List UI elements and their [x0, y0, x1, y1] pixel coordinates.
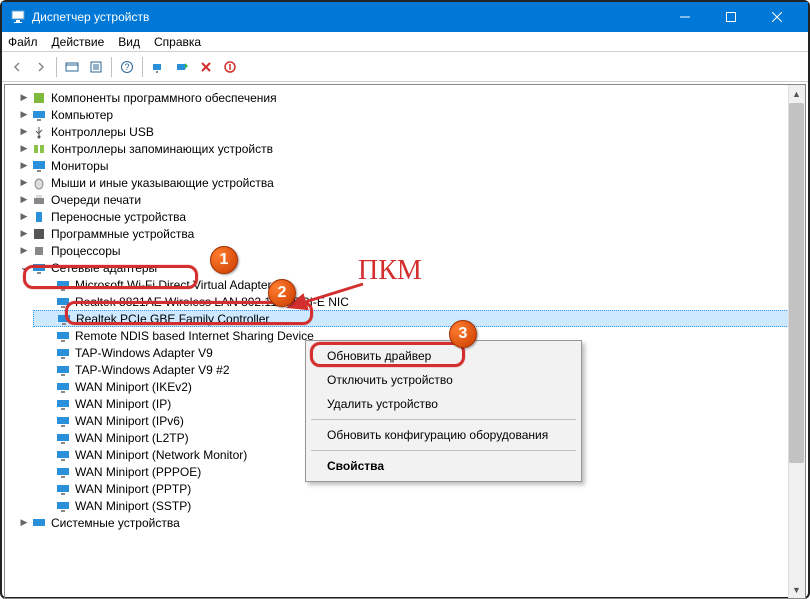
- device-tree-panel: ▶Компоненты программного обеспечения ▶Ко…: [4, 84, 806, 599]
- tree-item[interactable]: WAN Miniport (PPTP): [33, 480, 797, 497]
- scrollbar[interactable]: ▲ ▼: [788, 85, 805, 598]
- tb-disable[interactable]: [219, 56, 241, 78]
- portable-icon: [31, 209, 47, 225]
- tree-item[interactable]: Realtek PCIe GBE Family Controller: [33, 310, 797, 327]
- svg-text:?: ?: [124, 62, 129, 72]
- tree-item[interactable]: ▶Очереди печати: [13, 191, 797, 208]
- network-adapter-icon: [55, 464, 71, 480]
- network-adapter-icon: [55, 498, 71, 514]
- tree-item[interactable]: Realtek 8821AE Wireless LAN 802.11ac PCI…: [33, 293, 797, 310]
- tree-item[interactable]: ▶Программные устройства: [13, 225, 797, 242]
- menu-view[interactable]: Вид: [118, 35, 140, 49]
- network-adapter-icon: [55, 396, 71, 412]
- menu-help[interactable]: Справка: [154, 35, 201, 49]
- tree-item[interactable]: ▶Контроллеры запоминающих устройств: [13, 140, 797, 157]
- network-adapter-icon: [55, 328, 71, 344]
- app-icon: [10, 9, 26, 25]
- scroll-thumb[interactable]: [789, 103, 804, 463]
- network-adapter-icon: [55, 294, 71, 310]
- network-adapter-icon: [55, 277, 71, 293]
- system-icon: [31, 515, 47, 531]
- tree-item[interactable]: ▶Мониторы: [13, 157, 797, 174]
- usb-icon: [31, 124, 47, 140]
- mouse-icon: [31, 175, 47, 191]
- menu-file[interactable]: Файл: [8, 35, 38, 49]
- tree-item[interactable]: WAN Miniport (SSTP): [33, 497, 797, 514]
- context-menu: Обновить драйвер Отключить устройство Уд…: [305, 340, 582, 482]
- close-button[interactable]: [754, 2, 800, 32]
- tb-help[interactable]: ?: [116, 56, 138, 78]
- network-adapter-icon: [56, 311, 72, 327]
- tree-item[interactable]: ▶Переносные устройства: [13, 208, 797, 225]
- menubar: Файл Действие Вид Справка: [2, 32, 808, 52]
- ctx-scan[interactable]: Обновить конфигурацию оборудования: [309, 423, 578, 447]
- context-separator: [311, 419, 576, 420]
- network-adapter-icon: [55, 379, 71, 395]
- toolbar: ?: [2, 52, 808, 82]
- software-icon: [31, 90, 47, 106]
- badge-3: 3: [449, 320, 477, 348]
- network-adapter-icon: [55, 481, 71, 497]
- network-icon: [31, 260, 47, 276]
- storage-icon: [31, 141, 47, 157]
- tb-back[interactable]: [6, 56, 28, 78]
- scroll-up[interactable]: ▲: [788, 85, 805, 102]
- scroll-down[interactable]: ▼: [788, 581, 805, 598]
- monitor-icon: [31, 158, 47, 174]
- maximize-button[interactable]: [708, 2, 754, 32]
- network-adapter-icon: [55, 430, 71, 446]
- ctx-properties[interactable]: Свойства: [309, 454, 578, 478]
- tb-uninstall[interactable]: [195, 56, 217, 78]
- tb-show-console[interactable]: [61, 56, 83, 78]
- badge-1: 1: [210, 246, 238, 274]
- network-adapter-icon: [55, 447, 71, 463]
- tree-item[interactable]: ▶Контроллеры USB: [13, 123, 797, 140]
- tree-item[interactable]: ▶Компоненты программного обеспечения: [13, 89, 797, 106]
- badge-2: 2: [268, 279, 296, 307]
- menu-action[interactable]: Действие: [52, 35, 105, 49]
- cpu-icon: [31, 243, 47, 259]
- program-icon: [31, 226, 47, 242]
- tb-forward[interactable]: [30, 56, 52, 78]
- ctx-uninstall[interactable]: Удалить устройство: [309, 392, 578, 416]
- minimize-button[interactable]: [662, 2, 708, 32]
- window-title: Диспетчер устройств: [32, 10, 662, 24]
- network-adapter-icon: [55, 345, 71, 361]
- network-adapter-icon: [55, 362, 71, 378]
- printer-icon: [31, 192, 47, 208]
- tb-update-driver[interactable]: [171, 56, 193, 78]
- tree-item[interactable]: ▶Системные устройства: [13, 514, 797, 531]
- ctx-update-driver[interactable]: Обновить драйвер: [309, 344, 578, 368]
- tb-properties[interactable]: [85, 56, 107, 78]
- computer-icon: [31, 107, 47, 123]
- network-adapter-icon: [55, 413, 71, 429]
- context-separator: [311, 450, 576, 451]
- tree-item[interactable]: ▶Мыши и иные указывающие устройства: [13, 174, 797, 191]
- ctx-disable[interactable]: Отключить устройство: [309, 368, 578, 392]
- titlebar: Диспетчер устройств: [2, 2, 808, 32]
- tb-scan[interactable]: [147, 56, 169, 78]
- pkm-label: ПКМ: [358, 255, 422, 287]
- tree-item[interactable]: ▶Компьютер: [13, 106, 797, 123]
